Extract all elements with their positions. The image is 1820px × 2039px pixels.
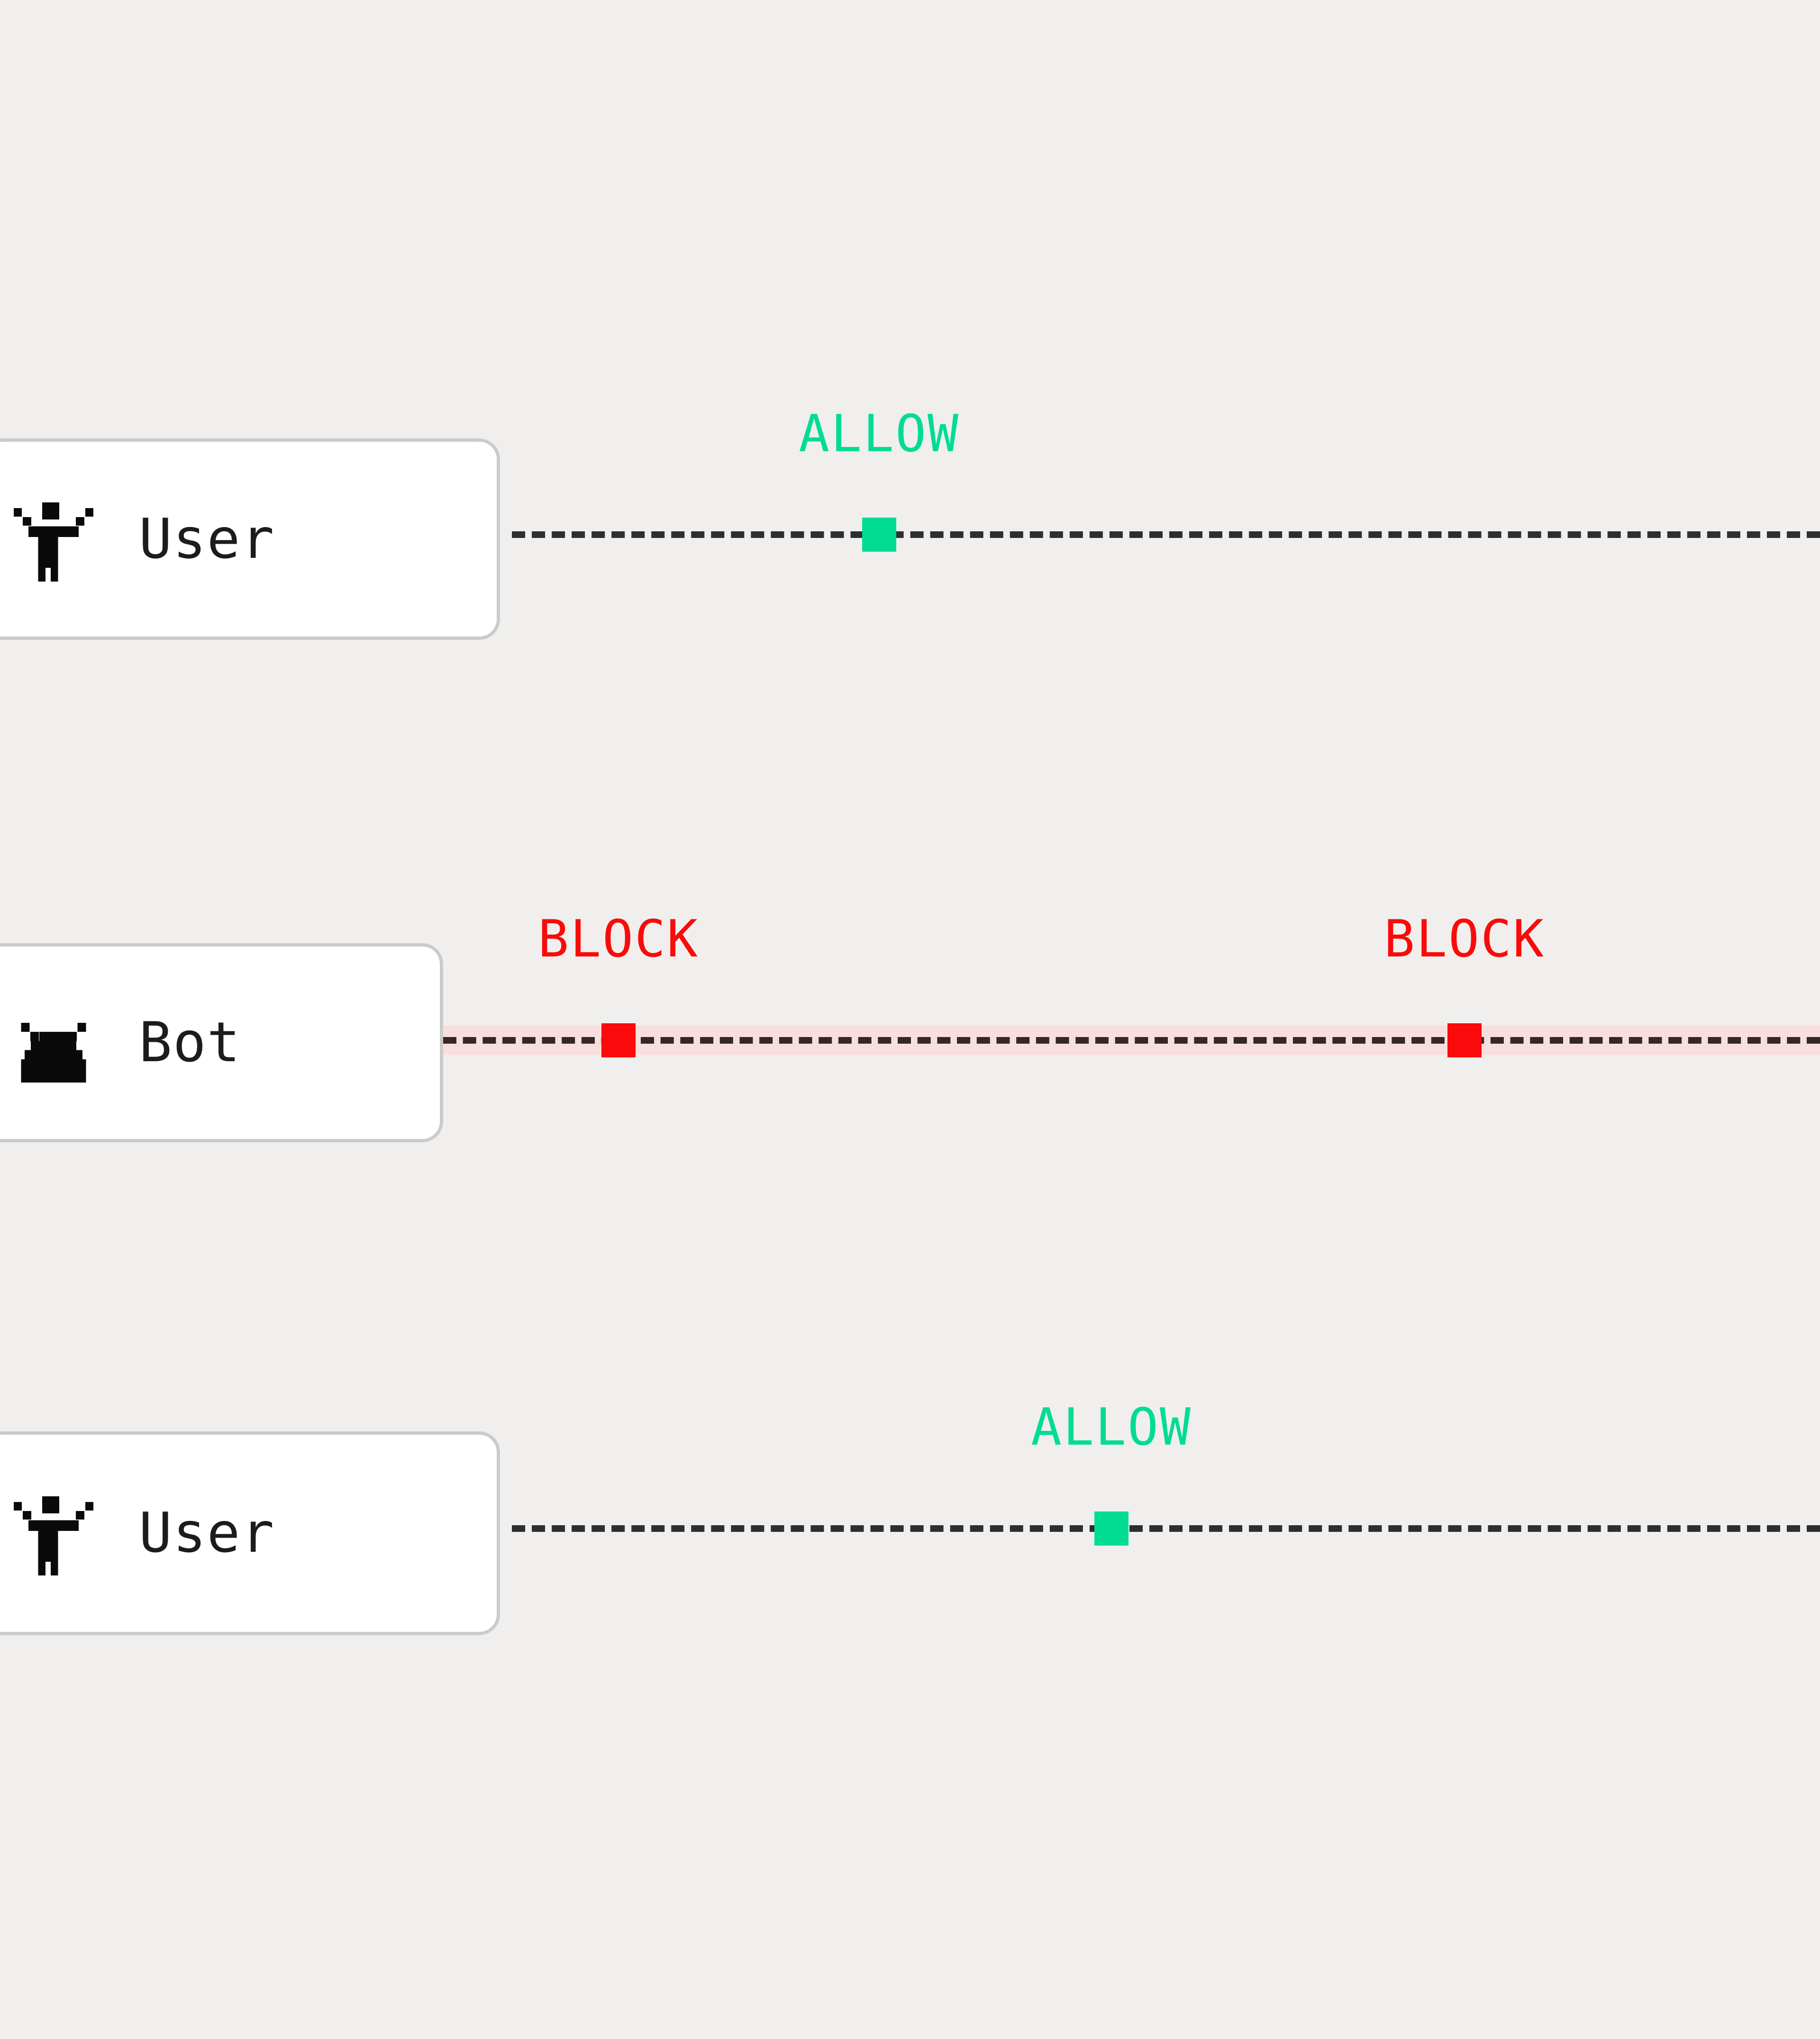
verdict-label-allow: ALLOW xyxy=(1030,1398,1192,1457)
timeline-lane: ALLOW User xyxy=(0,0,1820,2039)
moderation-timeline-canvas: ALLOW User BLOCK BLOCK Bot ALLOW User xyxy=(0,0,1820,2039)
event-marker-allow[interactable] xyxy=(1094,1511,1128,1546)
user-person-icon xyxy=(14,1491,93,1576)
actor-identity-card[interactable]: User xyxy=(0,1431,500,1635)
lane-timeline-axis xyxy=(512,1525,1820,1532)
actor-name-label: User xyxy=(139,1501,275,1565)
